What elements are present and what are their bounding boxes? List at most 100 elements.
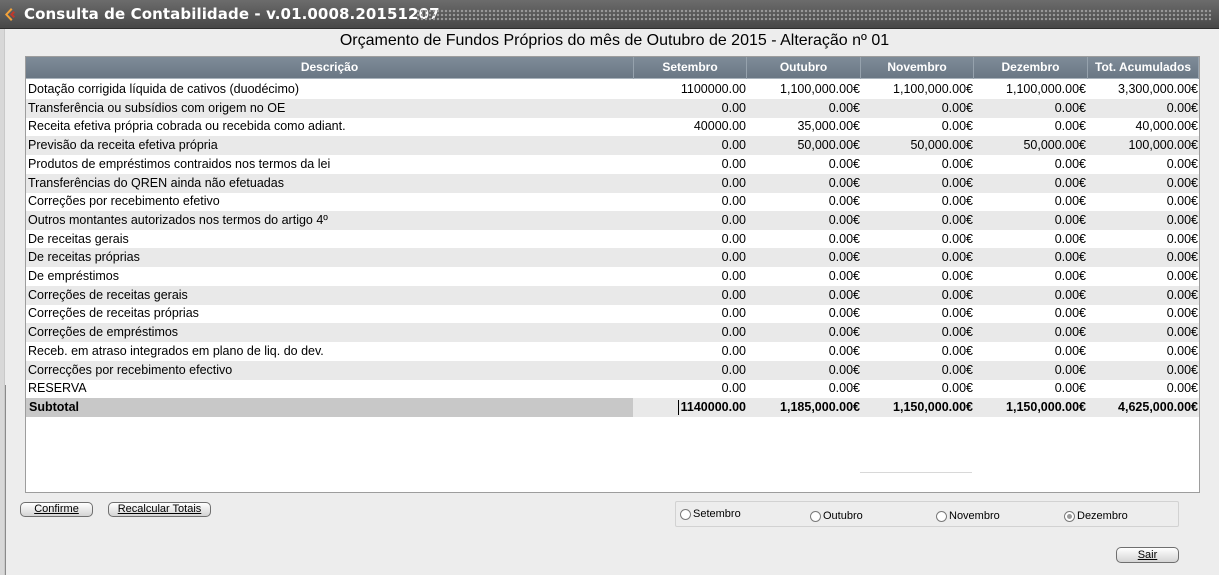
cell-outubro: 0.00€ [828,269,860,283]
app-icon [5,8,15,21]
radio-outubro[interactable]: Outubro [810,509,863,523]
cell-novembro: 50,000.00€ [910,138,973,153]
table-row[interactable]: Correções de receitas próprias 0.00 0.00€ 0… [26,304,1199,323]
radio-button-icon[interactable] [810,510,821,522]
cell-dezembro: 0.00€ [1054,250,1086,265]
cell-setembro[interactable]: 0.00 [634,248,746,267]
table-row[interactable]: Transferências do QREN ainda não efetuad… [26,173,1199,193]
cell-dezembro: 0.00€ [1054,381,1086,396]
cell-setembro[interactable]: 0.00 [634,230,746,249]
cell-total: 0.00€ [1166,306,1198,321]
cell-setembro[interactable]: 0.00 [634,192,746,211]
row-description: Correções de empréstimos [28,325,179,340]
cell-dezembro: 0.00€ [1054,119,1086,134]
subtotal-label: Subtotal [26,397,633,417]
cell-dezembro: 0.00€ [1054,325,1086,340]
cell-setembro[interactable]: 0.00 [634,136,746,155]
cell-outubro: 0.00€ [828,381,860,396]
cell-total: 0.00€ [1166,381,1198,396]
table-row[interactable]: Receb. em atraso integrados em plano de … [26,342,1199,361]
exit-button[interactable]: Sair [1116,547,1179,563]
subtotal-row[interactable]: Subtotal 1140000.00 1,185,000.00€ 1,150,000… [26,397,1199,417]
cell-dezembro: 0.00€ [1054,362,1086,377]
cell-total: 0.00€ [1166,100,1198,115]
cell-setembro[interactable]: 0.00 [634,342,746,361]
cell-setembro[interactable]: 0.00 [634,304,746,323]
cell-novembro: 0.00€ [941,362,973,377]
table-row[interactable]: RESERVA 0.00 0.00€ 0.00€ 0.00€ 0.00€ [26,379,1199,398]
radio-button-icon[interactable] [1064,510,1075,522]
table-row[interactable]: Correções de empréstimos 0.00 0.00€ 0.00€ 0.… [26,323,1199,343]
cell-novembro: 0.00€ [941,212,973,227]
row-description: Correções de receitas gerais [28,287,188,302]
confirm-button[interactable]: Confirme [20,502,93,517]
table-row[interactable]: Correções de receitas gerais 0.00 0.00€ 0.0… [26,285,1199,305]
recalculate-totals-button[interactable]: Recalcular Totais [108,502,211,517]
cell-total: 0.00€ [1166,212,1198,227]
table-row[interactable]: Previsão da receita efetiva própria 0.00 5… [26,136,1199,156]
cell-outubro: 0.00€ [828,287,860,302]
row-description: Correcções por recebimento efectivo [28,362,233,377]
cell-total: 0.00€ [1166,194,1198,209]
cell-setembro[interactable]: 0.00 [634,211,746,230]
cell-outubro: 0.00€ [828,325,860,340]
cell-setembro[interactable]: 1100000.00 [634,80,746,99]
cell-novembro: 0.00€ [941,119,973,134]
table-row[interactable]: Correcções por recebimento efectivo 0.00 0… [26,360,1199,380]
cell-setembro[interactable]: 0.00 [634,361,746,380]
cell-novembro: 0.00€ [941,156,973,171]
column-header-dezembro[interactable]: Dezembro [974,57,1088,79]
cell-outubro: 0.00€ [828,250,860,265]
table-row[interactable]: Produtos de empréstimos contraidos nos t… [26,155,1199,174]
table-row[interactable]: De receitas gerais 0.00 0.00€ 0.00€ 0.00€ 0.0… [26,230,1199,249]
radio-label: Novembro [949,510,1000,522]
cell-setembro[interactable]: 0.00 [634,174,746,193]
budget-table: Descrição Setembro Outubro Novembro Dezembro… [25,56,1200,493]
table-row[interactable]: De empréstimos 0.00 0.00€ 0.00€ 0.00€ 0.00€ [26,267,1199,286]
cell-setembro[interactable]: 0.00 [634,379,746,398]
radio-button-icon[interactable] [680,508,691,520]
table-row[interactable]: Transferência ou subsídios com origem no… [26,98,1199,118]
cell-novembro: 0.00€ [941,231,973,246]
cell-dezembro: 0.00€ [1054,306,1086,321]
radio-novembro[interactable]: Novembro [936,509,1000,523]
column-header-descricao[interactable]: Descrição [26,57,634,79]
table-row[interactable]: Outros montantes autorizados nos termos … [26,210,1199,230]
cell-setembro[interactable]: 0.00 [634,286,746,305]
cell-outubro: 0.00€ [828,306,860,321]
window-title: Consulta de Contabilidade - v.01.0008.20… [24,5,440,23]
table-row[interactable]: De receitas próprias 0.00 0.00€ 0.00€ 0.00€ 0… [26,248,1199,268]
table-row[interactable]: Dotação corrigida líquida de cativos (du… [26,80,1199,99]
cell-outubro: 0.00€ [828,212,860,227]
cell-dezembro: 0.00€ [1054,287,1086,302]
table-row[interactable]: Correções por recebimento efetivo 0.00 0.0… [26,192,1199,211]
column-header-novembro[interactable]: Novembro [861,57,974,79]
cell-outubro: 35,000.00€ [797,119,860,134]
radio-label: Dezembro [1077,510,1128,522]
cell-novembro: 0.00€ [941,175,973,190]
cell-total: 3,300,000.00€ [1118,82,1198,96]
cell-total: 0.00€ [1166,362,1198,377]
column-header-setembro[interactable]: Setembro [634,57,747,79]
column-header-total[interactable]: Tot. Acumulados [1088,57,1199,79]
cell-setembro[interactable]: 0.00 [634,267,746,286]
cell-dezembro: 50,000.00€ [1023,138,1086,153]
radio-setembro[interactable]: Setembro [680,507,741,521]
cell-setembro[interactable]: 40000.00 [634,117,746,136]
cell-setembro[interactable]: 0.00 [634,155,746,174]
radio-dezembro[interactable]: Dezembro [1064,509,1128,523]
cell-novembro: 0.00€ [941,325,973,340]
cell-setembro[interactable]: 0.00 [634,99,746,118]
cell-setembro[interactable]: 1140000.00 [634,398,746,417]
column-header-outubro[interactable]: Outubro [747,57,861,79]
cell-outubro: 50,000.00€ [797,138,860,153]
cell-dezembro: 1,100,000.00€ [1006,82,1086,96]
cell-novembro: 0.00€ [941,250,973,265]
cell-dezembro: 0.00€ [1054,100,1086,115]
table-row[interactable]: Receita efetiva própria cobrada ou receb… [26,117,1199,136]
cell-dezembro: 1,150,000.00€ [1006,399,1086,414]
cell-total: 0.00€ [1166,287,1198,302]
cell-setembro[interactable]: 0.00 [634,323,746,342]
cell-total: 0.00€ [1166,343,1198,358]
radio-button-icon[interactable] [936,510,947,522]
